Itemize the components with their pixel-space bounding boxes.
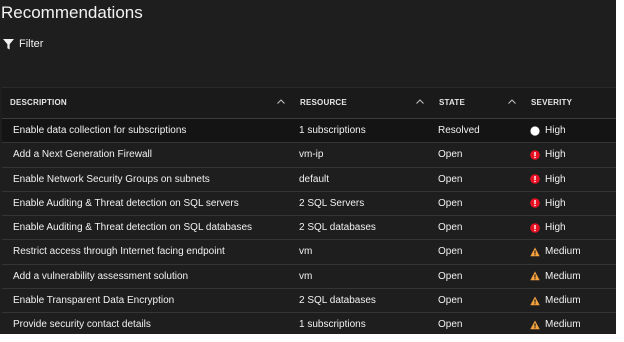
table-row[interactable]: Enable Network Security Groups on subnet… <box>2 168 616 192</box>
cell-description: Add a Next Generation Firewall <box>13 149 152 161</box>
cell-state: Open <box>438 149 463 161</box>
table-row[interactable]: Enable Transparent Data Encryption 2 SQL … <box>2 289 616 314</box>
table-row[interactable]: Add a vulnerability assessment solution v… <box>2 265 616 290</box>
column-header-description[interactable]: DESCRIPTION <box>10 88 67 118</box>
severity-label: High <box>545 173 566 185</box>
table-row[interactable]: Provide security contact details 1 subscr… <box>2 313 616 334</box>
cell-state: Open <box>438 222 463 234</box>
cell-description: Enable Transparent Data Encryption <box>13 295 175 307</box>
red-alert-icon <box>530 149 540 160</box>
orange-warning-icon <box>530 320 540 330</box>
orange-warning-icon <box>530 271 540 281</box>
cell-resource: vm <box>299 246 313 258</box>
cell-severity: High <box>530 192 566 215</box>
table-row[interactable]: Restrict access through Internet facing … <box>2 240 616 265</box>
table-row[interactable]: Enable Auditing & Threat detection on SQ… <box>2 216 616 241</box>
severity-label: High <box>545 125 566 136</box>
cell-state: Resolved <box>438 125 480 136</box>
cell-state: Open <box>438 295 463 307</box>
severity-label: Medium <box>545 246 581 258</box>
orange-warning-icon <box>530 296 540 306</box>
recommendations-blade: Recommendations Filter DESCRIPTION RESOU… <box>0 0 616 334</box>
cell-state: Open <box>438 246 463 258</box>
column-header-resource[interactable]: RESOURCE <box>300 88 347 118</box>
cell-description: Enable data collection for subscriptions <box>13 125 187 136</box>
severity-label: Medium <box>545 295 581 307</box>
cell-state: Open <box>438 319 463 331</box>
filter-icon <box>3 38 14 50</box>
table-row[interactable]: Enable Auditing & Threat detection on SQ… <box>2 192 616 217</box>
cell-resource: default <box>299 173 330 185</box>
white-circle-icon <box>530 125 540 136</box>
table-header: DESCRIPTION RESOURCE STATE SEVERITY <box>2 87 616 119</box>
sort-chevron-icon[interactable] <box>415 97 425 107</box>
cell-severity: High <box>530 216 566 239</box>
orange-warning-icon <box>530 247 540 257</box>
severity-label: High <box>545 197 566 209</box>
red-alert-icon <box>530 198 540 209</box>
cell-state: Open <box>438 270 463 282</box>
cell-description: Provide security contact details <box>13 319 151 331</box>
cell-resource: 2 SQL databases <box>299 222 376 234</box>
column-header-state[interactable]: STATE <box>439 88 465 118</box>
cell-state: Open <box>438 173 463 185</box>
cell-severity: Medium <box>530 313 581 334</box>
cell-severity: High <box>530 168 566 191</box>
filter-label: Filter <box>19 38 44 50</box>
cell-resource: 1 subscriptions <box>299 319 366 331</box>
cell-resource: vm-ip <box>299 149 324 161</box>
cell-severity: Medium <box>530 265 581 288</box>
sort-chevron-icon[interactable] <box>507 97 517 107</box>
table-row[interactable]: Add a Next Generation Firewall vm-ip Open H… <box>2 143 616 168</box>
severity-label: High <box>545 149 566 161</box>
cell-description: Enable Auditing & Threat detection on SQ… <box>13 197 239 209</box>
cell-severity: High <box>530 119 566 142</box>
severity-label: Medium <box>545 319 581 331</box>
cell-severity: Medium <box>530 289 581 312</box>
severity-label: Medium <box>545 270 581 282</box>
cell-description: Restrict access through Internet facing … <box>13 246 225 258</box>
cell-resource: 2 SQL databases <box>299 295 376 307</box>
table-row[interactable]: Enable data collection for subscriptions… <box>2 119 616 144</box>
cell-severity: High <box>530 143 566 166</box>
cell-description: Add a vulnerability assessment solution <box>13 270 189 282</box>
recommendations-table: DESCRIPTION RESOURCE STATE SEVERITY Enab… <box>2 87 616 334</box>
filter-button[interactable]: Filter <box>3 38 43 50</box>
page-title: Recommendations <box>1 3 143 22</box>
red-alert-icon <box>530 174 540 184</box>
cell-resource: 2 SQL Servers <box>299 197 365 209</box>
red-alert-icon <box>530 222 540 233</box>
cell-resource: 1 subscriptions <box>299 125 366 136</box>
cell-severity: Medium <box>530 240 581 263</box>
sort-chevron-icon[interactable] <box>276 97 286 107</box>
severity-label: High <box>545 222 566 234</box>
cell-description: Enable Network Security Groups on subnet… <box>13 173 210 185</box>
cell-state: Open <box>438 197 463 209</box>
column-header-severity[interactable]: SEVERITY <box>531 88 572 118</box>
table-body: Enable data collection for subscriptions… <box>2 119 616 334</box>
cell-description: Enable Auditing & Threat detection on SQ… <box>13 222 253 234</box>
cell-resource: vm <box>299 270 313 282</box>
